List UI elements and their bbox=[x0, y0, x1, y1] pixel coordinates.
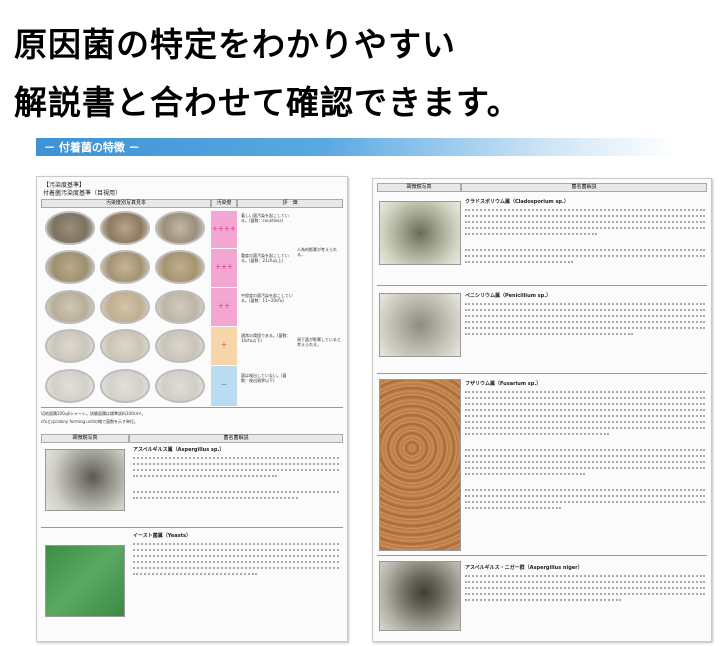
petri-dish-image bbox=[155, 250, 205, 284]
section-title: － 付着菌の特徴 － bbox=[44, 141, 140, 154]
penicillium-title: ペニシリウム属（Penicillium sp.） bbox=[465, 293, 552, 299]
petri-dish-image bbox=[100, 211, 150, 245]
cladosporium-title: クラドスポリウム属（Cladosporium sp.） bbox=[465, 199, 569, 205]
column-header-micrograph: 顕微鏡写真 bbox=[377, 183, 461, 192]
headline-line-1: 原因菌の特定をわかりやすい bbox=[14, 25, 456, 64]
aspergillus-niger-title: アスペルギルス・ニガー群（Aspergillus niger） bbox=[465, 565, 583, 571]
petri-dish-image bbox=[45, 290, 95, 324]
level-description: 著しい菌汚染を起こしている。(菌数：countless) bbox=[241, 213, 289, 223]
column-header-description: 菌名菌解説 bbox=[461, 183, 707, 192]
table-rule bbox=[377, 285, 707, 286]
aspergillus-micrograph bbox=[45, 449, 125, 511]
fusarium-micrograph bbox=[379, 379, 461, 551]
evaluation-lower: 現下菌が影響していると考えられる。 bbox=[297, 337, 341, 347]
table-note-2: cfuとはcolony forming unitの略で菌数を示す単位。 bbox=[41, 419, 139, 424]
contamination-standard-document: 【汚染度基準】 付着菌汚染度基準（目視用） 汚染度別写真見本 汚染度 評 価 ＋… bbox=[36, 176, 348, 642]
petri-dish-image bbox=[100, 290, 150, 324]
aspergillus-niger-description bbox=[465, 573, 705, 631]
table-rule bbox=[41, 407, 343, 408]
penicillium-description bbox=[465, 301, 705, 361]
yeast-description bbox=[133, 541, 339, 597]
petri-dish-image bbox=[45, 369, 95, 403]
level-description: 重度の菌汚染を起こしている。(菌数：21cfu以上) bbox=[241, 253, 289, 263]
table-rule bbox=[377, 373, 707, 374]
document-sublabel: 付着菌汚染度基準（目視用） bbox=[43, 190, 122, 197]
petri-dish-image bbox=[155, 290, 205, 324]
evaluation-upper: 人為的影響が考えられる。 bbox=[297, 247, 337, 257]
table-rule bbox=[377, 555, 707, 556]
petri-dish-image bbox=[155, 329, 205, 363]
penicillium-micrograph bbox=[379, 293, 461, 357]
petri-dish-image bbox=[100, 250, 150, 284]
section-header-bar: － 付着菌の特徴 － bbox=[36, 138, 676, 156]
yeast-title: イースト菌属（Yeasts） bbox=[133, 533, 192, 539]
contamination-level-cell: － bbox=[211, 366, 237, 406]
contamination-level-cell: ＋＋ bbox=[211, 288, 237, 326]
petri-dish-image bbox=[45, 211, 95, 245]
petri-dish-image bbox=[155, 369, 205, 403]
column-header-photos: 汚染度別写真見本 bbox=[41, 199, 211, 208]
petri-dish-image bbox=[45, 250, 95, 284]
column-header-description: 菌名菌解説 bbox=[129, 434, 343, 443]
level-description: 通常の環境である。(菌数：10cfu以下) bbox=[241, 333, 291, 343]
yeast-micrograph bbox=[45, 545, 125, 617]
petri-dish-image bbox=[45, 329, 95, 363]
document-label: 【汚染度基準】 bbox=[43, 182, 86, 189]
contamination-level-cell: ＋＋＋ bbox=[211, 249, 237, 287]
aspergillus-description bbox=[133, 455, 339, 525]
contamination-level-cell: ＋ bbox=[211, 327, 237, 365]
aspergillus-title: アスペルギルス属（Aspergillus sp.） bbox=[133, 447, 225, 453]
level-description: 中程度の菌汚染を起こしている。(菌数：11~20cfu) bbox=[241, 293, 293, 303]
petri-dish-image bbox=[155, 211, 205, 245]
column-header-micrograph: 顕微鏡写真 bbox=[41, 434, 129, 443]
aspergillus-niger-micrograph bbox=[379, 561, 461, 631]
petri-dish-image bbox=[100, 369, 150, 403]
petri-dish-image bbox=[100, 329, 150, 363]
fungus-guide-document: 顕微鏡写真 菌名菌解説 クラドスポリウム属（Cladosporium sp.） … bbox=[372, 178, 712, 642]
cladosporium-micrograph bbox=[379, 201, 461, 265]
fusarium-title: フザリウム属（Fusarium sp.） bbox=[465, 381, 542, 387]
headline-line-2: 解説書と合わせて確認できます。 bbox=[14, 83, 521, 122]
contamination-level-cell: ＋＋＋＋ bbox=[211, 211, 237, 248]
fusarium-description bbox=[465, 389, 705, 559]
cladosporium-description bbox=[465, 207, 705, 287]
column-header-evaluation: 評 価 bbox=[237, 199, 343, 208]
table-note-1: 培地面積100㎠/シャーレ。試験面積は標準試料100cm²。 bbox=[41, 411, 146, 416]
table-rule bbox=[41, 527, 343, 528]
column-header-level: 汚染度 bbox=[211, 199, 237, 208]
level-description: 菌は検出していない。(菌数：検出限界以下) bbox=[241, 373, 287, 383]
